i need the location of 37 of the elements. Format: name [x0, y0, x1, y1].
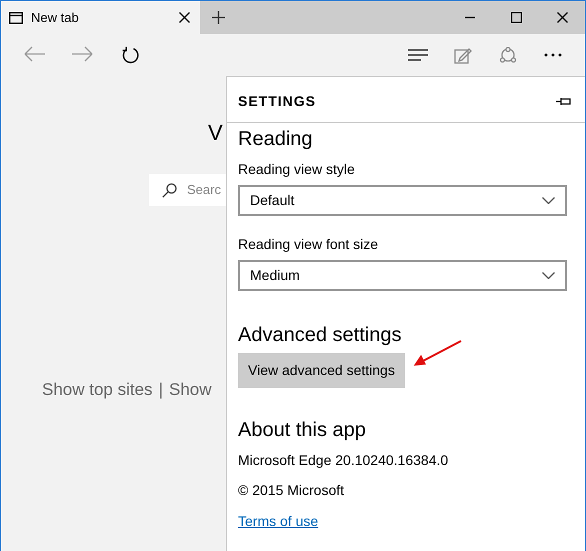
chevron-down-icon: [542, 197, 555, 204]
pointer-arrow: [410, 339, 463, 367]
pencil-note-icon: [454, 46, 472, 64]
terms-link[interactable]: Terms of use: [238, 511, 318, 532]
page-icon: [9, 12, 23, 24]
maximize-icon: [510, 12, 522, 23]
advanced-settings-button[interactable]: View advanced settings: [238, 353, 405, 388]
link[interactable]: Show: [168, 377, 212, 402]
link[interactable]: Show top sites: [42, 377, 153, 402]
close-icon: [179, 12, 190, 23]
tab-title: New tab: [31, 8, 80, 27]
back-icon: [24, 46, 46, 64]
dropdown[interactable]: Medium: [238, 260, 567, 291]
search-icon: [162, 182, 177, 198]
dropdown[interactable]: Default: [238, 185, 567, 216]
close-tab-button[interactable]: [179, 12, 190, 23]
section-heading: Advanced settings: [238, 323, 402, 347]
pin-icon: [556, 97, 571, 106]
chevron-down-icon: [542, 272, 555, 279]
pin-button[interactable]: [556, 97, 571, 106]
browser-tab[interactable]: New tab: [1, 1, 200, 34]
page-heading: V: [208, 119, 223, 147]
about-text: Microsoft Edge 20.10240.16384.0: [238, 451, 450, 470]
section-heading: Reading: [238, 127, 314, 151]
list-icon: [408, 47, 428, 63]
share-icon: [498, 47, 516, 63]
separator: |: [158, 379, 163, 401]
panel-title: SETTINGS: [238, 92, 316, 111]
section-heading: About this app: [238, 418, 367, 442]
plus-icon: [212, 11, 224, 24]
field-label: Reading view style: [238, 160, 356, 179]
close-icon: [556, 12, 568, 23]
forward-icon: [70, 46, 92, 64]
field-label: Reading view font size: [238, 235, 380, 254]
about-text: © 2015 Microsoft: [238, 481, 346, 500]
search-field[interactable]: Searc: [149, 174, 226, 206]
more-icon: [544, 53, 562, 57]
